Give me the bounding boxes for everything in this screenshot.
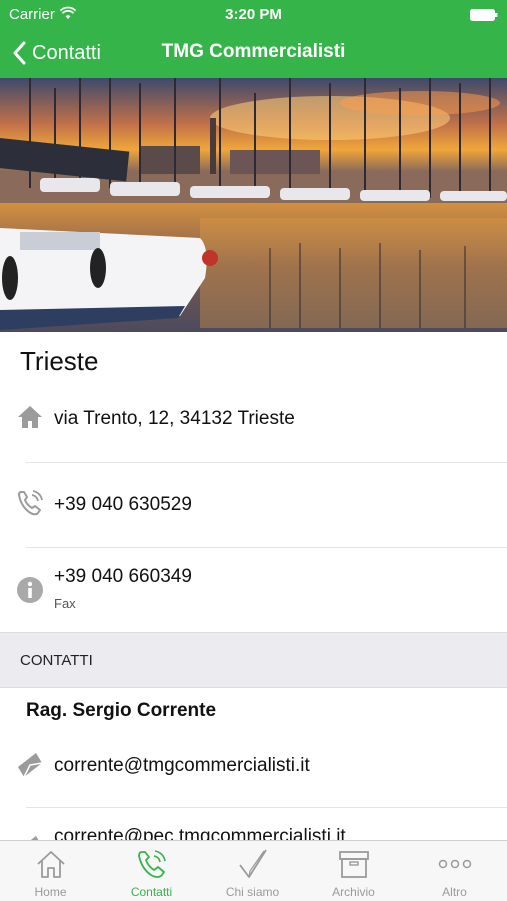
address-row[interactable]: via Trento, 12, 34132 Trieste	[0, 400, 507, 462]
tab-label: Contatti	[130, 885, 173, 899]
divider	[26, 462, 507, 463]
tab-bar: Home Contatti Chi siamo Archivio Altro	[0, 840, 507, 901]
tab-archivio[interactable]: Archivio	[303, 841, 404, 901]
fax-label: Fax	[54, 596, 76, 611]
status-time: 3:20 PM	[225, 6, 282, 23]
tab-label: Home	[34, 885, 67, 899]
tab-home[interactable]: Home	[0, 841, 101, 901]
status-bar: Carrier 3:20 PM	[0, 0, 507, 28]
phone-icon	[138, 850, 166, 878]
section-header-label: CONTATTI	[20, 652, 93, 669]
divider	[26, 807, 507, 808]
info-icon	[16, 576, 44, 604]
home-icon	[16, 404, 44, 432]
hero-image-harbor	[0, 78, 507, 332]
divider	[26, 547, 507, 548]
tab-label: Archivio	[332, 885, 375, 899]
navigation-bar: Contatti TMG Commercialisti	[0, 28, 507, 78]
contacts-section-header: CONTATTI	[0, 632, 507, 688]
page-title: TMG Commercialisti	[161, 41, 346, 62]
tab-altro[interactable]: Altro	[404, 841, 505, 901]
email-address: corrente@tmgcommercialisti.it	[54, 755, 310, 776]
address-text: via Trento, 12, 34132 Trieste	[54, 408, 295, 429]
tab-contatti[interactable]: Contatti	[101, 841, 202, 901]
tab-label: Altro	[442, 885, 467, 899]
email-row[interactable]: corrente@tmgcommercialisti.it	[0, 745, 507, 807]
home-icon	[37, 851, 65, 878]
office-city-title: Trieste	[20, 346, 99, 376]
battery-icon	[470, 8, 498, 21]
phone-row[interactable]: +39 040 630529	[0, 485, 507, 547]
tab-chi-siamo[interactable]: Chi siamo	[202, 841, 303, 901]
fax-row[interactable]: +39 040 660349 Fax	[0, 560, 507, 632]
checkmark-icon	[239, 849, 267, 878]
phone-number: +39 040 630529	[54, 494, 192, 515]
tab-label: Chi siamo	[225, 885, 280, 899]
contact-person-name: Rag. Sergio Corrente	[26, 700, 217, 721]
send-email-icon	[16, 751, 44, 779]
phone-icon	[16, 489, 44, 517]
archive-box-icon	[339, 851, 369, 878]
fax-number: +39 040 660349	[54, 566, 192, 587]
more-dots-icon	[438, 859, 472, 869]
